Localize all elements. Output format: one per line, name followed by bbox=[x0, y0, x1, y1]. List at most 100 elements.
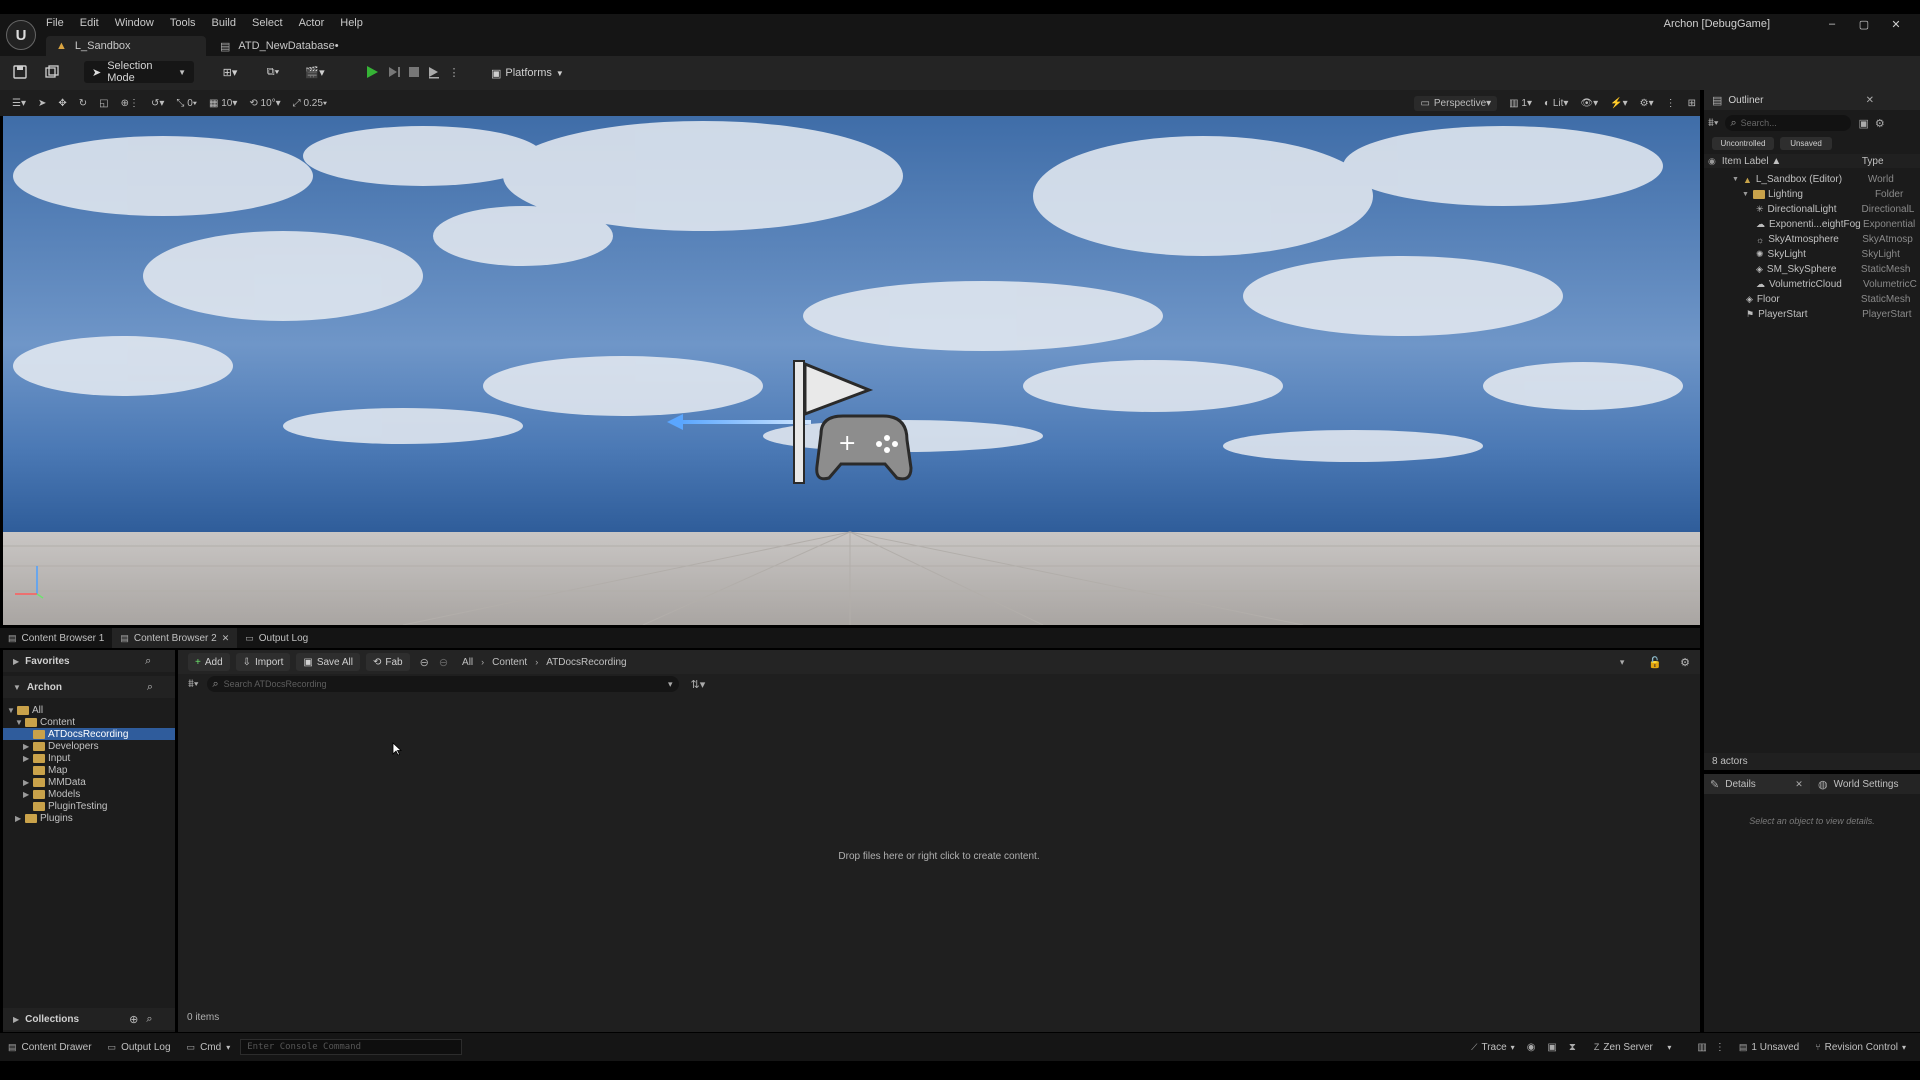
maximize-icon[interactable]: ▢ bbox=[1848, 18, 1880, 31]
console-input[interactable]: Enter Console Command bbox=[240, 1039, 463, 1055]
menu-actor[interactable]: Actor bbox=[299, 17, 325, 29]
select-tool-icon[interactable]: ➤ bbox=[38, 98, 46, 109]
project-section[interactable]: ▼ Archon ⌕ bbox=[3, 676, 175, 698]
play-icon[interactable] bbox=[364, 63, 380, 81]
settings-icon[interactable]: ⚙ bbox=[1875, 117, 1885, 130]
content-drawer-button[interactable]: ▤ Content Drawer bbox=[0, 1042, 100, 1053]
outliner-tab[interactable]: ▤ Outliner ✕ bbox=[1704, 90, 1920, 110]
breadcrumb-all[interactable]: All bbox=[462, 657, 473, 668]
add-actor-icon[interactable]: ⊞▾ bbox=[218, 63, 242, 81]
rotate-snap-value[interactable]: ⤡ 0▾ bbox=[176, 98, 197, 109]
outliner-row-skylight[interactable]: ✺ SkyLight SkyLight bbox=[1704, 247, 1920, 262]
menu-help[interactable]: Help bbox=[340, 17, 363, 29]
menu-edit[interactable]: Edit bbox=[80, 17, 99, 29]
hourglass-icon[interactable]: ⧗ bbox=[1569, 1042, 1576, 1053]
surface-snap-icon[interactable]: ↺▾ bbox=[151, 98, 164, 109]
outliner-row-skyatmosphere[interactable]: ☼ SkyAtmosphere SkyAtmosp bbox=[1704, 232, 1920, 247]
tree-item-models[interactable]: ▶ Models bbox=[3, 788, 175, 800]
forward-icon[interactable]: ⊖ bbox=[439, 656, 448, 669]
viewport-options-icon[interactable]: ☰▾ bbox=[12, 98, 26, 109]
maximize-viewport-icon[interactable]: ⊞ bbox=[1688, 98, 1696, 109]
show-dropdown-icon[interactable]: 👁▾ bbox=[1580, 98, 1598, 109]
outliner-row-floor[interactable]: ◈ Floor StaticMesh bbox=[1704, 292, 1920, 307]
tree-item-atdocsrecording[interactable]: ATDocsRecording bbox=[3, 728, 175, 740]
outliner-row-world[interactable]: ▼ ▲ L_Sandbox (Editor) World bbox=[1704, 172, 1920, 187]
zen-server-dropdown[interactable]: Z Zen Server ▾ bbox=[1588, 1042, 1678, 1053]
tree-item-plugintesting[interactable]: PluginTesting bbox=[3, 800, 175, 812]
save-icon[interactable] bbox=[12, 64, 28, 80]
tab-database[interactable]: ▤ ATD_NewDatabase• bbox=[210, 36, 370, 56]
tab-content-browser-2[interactable]: ▤ Content Browser 2 ✕ bbox=[112, 628, 238, 648]
outliner-row-directionallight[interactable]: ✳ DirectionalLight DirectionalL bbox=[1704, 202, 1920, 217]
perspective-dropdown[interactable]: ▭ Perspective ▾ bbox=[1414, 95, 1498, 111]
add-folder-icon[interactable]: ▣ bbox=[1859, 117, 1869, 130]
lit-dropdown[interactable]: ◐ Lit▾ bbox=[1544, 98, 1568, 109]
more-options-icon[interactable]: ⋮ bbox=[449, 63, 460, 81]
outliner-row-playerstart[interactable]: ⚑ PlayerStart PlayerStart bbox=[1704, 307, 1920, 322]
breadcrumb-atdocsrecording[interactable]: ATDocsRecording bbox=[546, 657, 626, 668]
outliner-row-skysphere[interactable]: ◈ SM_SkySphere StaticMesh bbox=[1704, 262, 1920, 277]
breadcrumb-content[interactable]: Content bbox=[492, 657, 527, 668]
output-log-button[interactable]: ▭ Output Log bbox=[100, 1042, 179, 1053]
screenshot-icon[interactable]: ▣ bbox=[1547, 1042, 1556, 1053]
path-history-chevron-icon[interactable]: ▾ bbox=[1620, 657, 1625, 668]
settings-icon[interactable]: ⚙ bbox=[1680, 656, 1690, 669]
tab-details[interactable]: ✎ Details ✕ bbox=[1704, 774, 1810, 794]
tab-level-sandbox[interactable]: ▲ L_Sandbox bbox=[46, 36, 206, 56]
scale-snap-value[interactable]: ⤢ 0.25▾ bbox=[293, 98, 327, 109]
minimize-icon[interactable]: – bbox=[1816, 18, 1848, 30]
tree-item-plugins[interactable]: ▶ Plugins bbox=[3, 812, 175, 824]
filter-uncontrolled[interactable]: Uncontrolled bbox=[1712, 136, 1774, 150]
browse-icon[interactable] bbox=[44, 64, 60, 80]
search-icon[interactable]: ⌕ bbox=[147, 681, 153, 694]
layout-dropdown[interactable]: ▥ 1▾ bbox=[1509, 98, 1532, 109]
stop-icon[interactable] bbox=[406, 63, 422, 81]
favorites-section[interactable]: ▶ Favorites ⌕ bbox=[3, 650, 175, 672]
record-icon[interactable]: ◉ bbox=[1527, 1042, 1536, 1053]
revision-control-dropdown[interactable]: ⑂ Revision Control ▾ bbox=[1805, 1042, 1920, 1053]
rotate-tool-icon[interactable]: ↻ bbox=[79, 98, 87, 109]
tab-world-settings[interactable]: ◍ World Settings bbox=[1810, 774, 1898, 794]
tree-item-all[interactable]: ▼ All bbox=[3, 704, 175, 716]
outliner-row-fog[interactable]: ☁ Exponenti...eightFog Exponential bbox=[1704, 217, 1920, 232]
import-button[interactable]: ⇩ Import bbox=[235, 653, 291, 671]
col-item-label[interactable]: Item Label ▲ bbox=[1722, 156, 1862, 167]
search-icon[interactable]: ⌕ bbox=[146, 1013, 152, 1026]
filter-unsaved[interactable]: Unsaved bbox=[1780, 136, 1832, 150]
close-icon[interactable]: ✕ bbox=[1866, 95, 1874, 106]
scale-tool-icon[interactable]: ◱ bbox=[99, 98, 108, 109]
back-icon[interactable]: ⊖ bbox=[420, 656, 429, 669]
level-viewport[interactable]: + bbox=[3, 116, 1700, 625]
stats-icon[interactable]: ▥ bbox=[1697, 1042, 1706, 1053]
lock-icon[interactable]: 🔓 bbox=[1648, 656, 1662, 669]
translate-tool-icon[interactable]: ✥ bbox=[58, 98, 66, 109]
eject-icon[interactable] bbox=[426, 63, 442, 81]
trace-dropdown[interactable]: ⟋ Trace ▾ bbox=[1465, 1042, 1521, 1053]
world-local-icon[interactable]: ⊕⋮ bbox=[121, 98, 139, 109]
outliner-search-input[interactable]: ⌕ Search... bbox=[1724, 115, 1851, 131]
close-icon[interactable]: ✕ bbox=[222, 633, 230, 644]
cinematics-icon[interactable]: 🎬▾ bbox=[302, 63, 328, 81]
more-options-icon[interactable]: ⋮ bbox=[1715, 1042, 1725, 1053]
tab-content-browser-1[interactable]: ▤ Content Browser 1 bbox=[0, 628, 112, 648]
grid-snap-value[interactable]: ▦ 10▾ bbox=[209, 98, 237, 109]
selection-mode-dropdown[interactable]: ➤ Selection Mode ▼ bbox=[84, 60, 194, 84]
fab-button[interactable]: ⟲ Fab bbox=[365, 653, 410, 671]
tree-item-developers[interactable]: ▶ Developers bbox=[3, 740, 175, 752]
menu-tools[interactable]: Tools bbox=[170, 17, 196, 29]
angle-snap-value[interactable]: ⟲ 10°▾ bbox=[249, 98, 280, 109]
filter-icon[interactable]: ⩩▾ bbox=[1708, 117, 1719, 130]
collections-section[interactable]: ▶ Collections ⊕ ⌕ bbox=[3, 1008, 175, 1030]
outliner-row-lighting[interactable]: ▼ Lighting Folder bbox=[1704, 187, 1920, 202]
viewport-more-icon[interactable]: ⋮ bbox=[1666, 98, 1676, 109]
visibility-icon[interactable]: ◉ bbox=[1708, 156, 1716, 167]
platforms-button[interactable]: ▣ Platforms ▼ bbox=[485, 61, 570, 85]
unsaved-button[interactable]: ▤ 1 Unsaved bbox=[1733, 1042, 1805, 1053]
tree-item-content[interactable]: ▼ Content bbox=[3, 716, 175, 728]
filter-icon[interactable]: ⩩▾ bbox=[188, 678, 199, 691]
advance-frame-icon[interactable] bbox=[386, 63, 402, 81]
add-collection-icon[interactable]: ⊕ bbox=[129, 1013, 138, 1026]
menu-select[interactable]: Select bbox=[252, 17, 283, 29]
settings-dropdown-icon[interactable]: ⚙▾ bbox=[1640, 98, 1654, 109]
search-icon[interactable]: ⌕ bbox=[145, 655, 151, 668]
